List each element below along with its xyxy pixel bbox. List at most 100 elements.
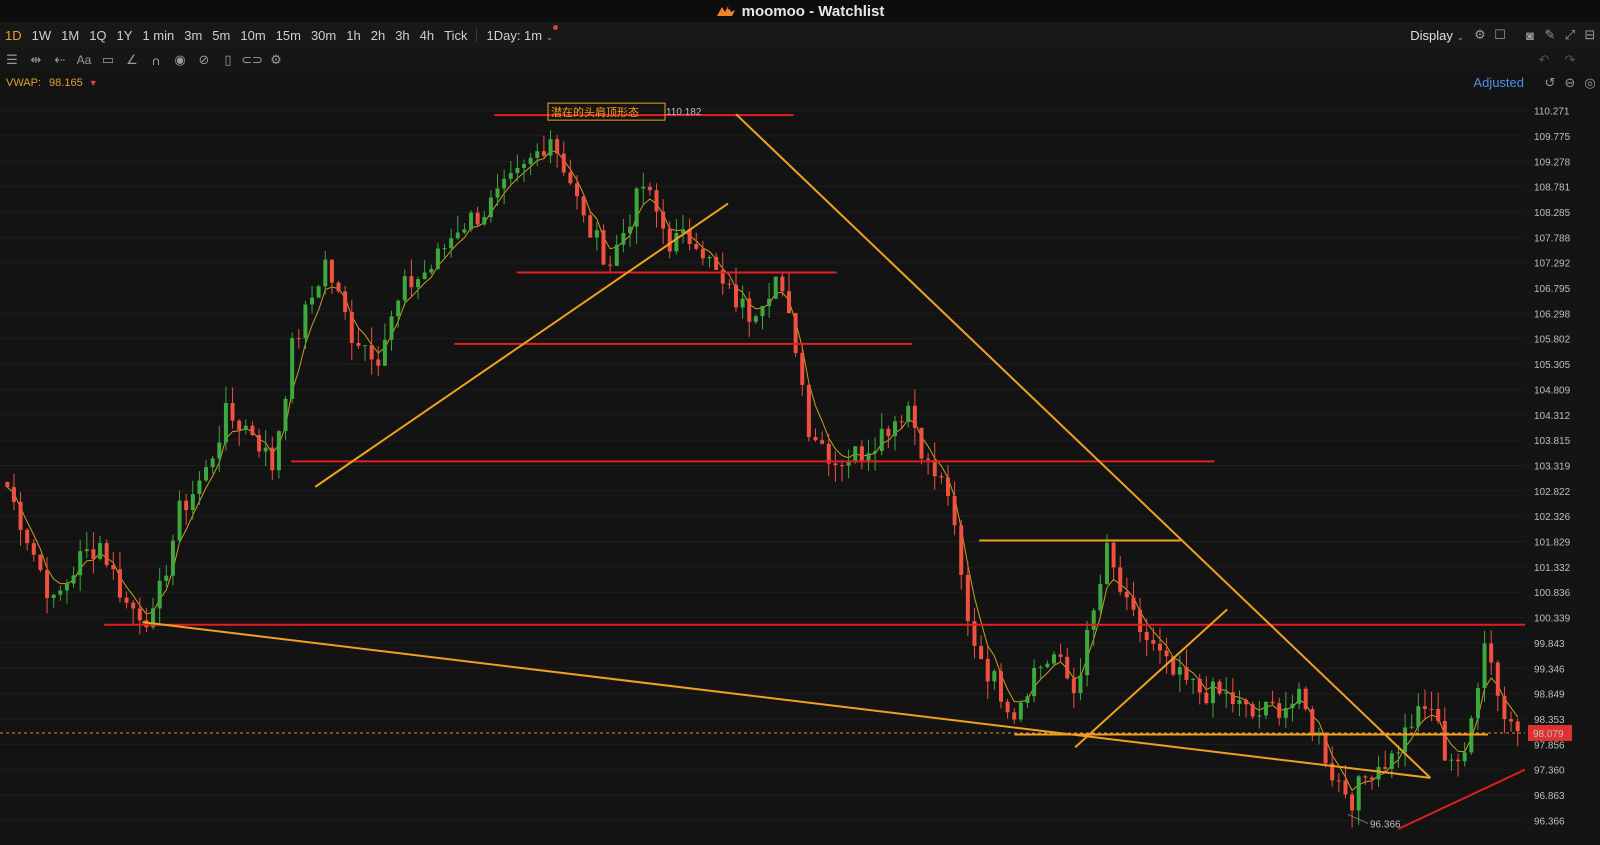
- price-tick-label: 101.332: [1534, 563, 1571, 574]
- candle-body: [614, 244, 619, 266]
- caret-down-icon[interactable]: ▼: [89, 78, 98, 88]
- measure-icon[interactable]: ⇹: [26, 51, 46, 69]
- candle-body: [594, 230, 599, 238]
- tab-1-min[interactable]: 1 min: [137, 28, 179, 43]
- candle-body: [98, 543, 103, 559]
- low-price-label: 96.366: [1370, 819, 1401, 830]
- trend-line: [1074, 608, 1228, 748]
- title-bar: moomoo - Watchlist: [0, 0, 1600, 22]
- expand-icon[interactable]: ⤢: [1560, 26, 1580, 44]
- candle-body: [700, 248, 705, 259]
- candle-body: [674, 233, 679, 252]
- hide-icon[interactable]: ⊘: [194, 51, 214, 69]
- price-tick-label: 99.843: [1534, 639, 1565, 650]
- tab-2h[interactable]: 2h: [366, 28, 390, 43]
- candle-body: [283, 398, 288, 432]
- comment-icon[interactable]: ▭: [98, 51, 118, 69]
- candle-body: [455, 232, 460, 239]
- display-button[interactable]: Display ⌄: [1404, 28, 1470, 43]
- candle-body: [78, 551, 83, 576]
- gear-icon[interactable]: ⚙: [1470, 26, 1490, 44]
- candle-body: [117, 569, 122, 598]
- tab-30m[interactable]: 30m: [306, 28, 341, 43]
- pencil-icon[interactable]: ∠: [122, 51, 142, 69]
- pen-icon[interactable]: ✎: [1540, 26, 1560, 44]
- price-tick-label: 97.360: [1534, 766, 1565, 777]
- tab-4h[interactable]: 4h: [415, 28, 439, 43]
- candle-body: [157, 580, 162, 609]
- candle-body: [767, 298, 772, 307]
- price-tick-label: 110.271: [1534, 107, 1570, 118]
- candle-body: [1244, 699, 1249, 705]
- tab-1q[interactable]: 1Q: [84, 28, 111, 43]
- tab-1h[interactable]: 1h: [341, 28, 365, 43]
- zoom-icon[interactable]: ◎: [1580, 74, 1600, 92]
- candle-body: [1085, 629, 1090, 676]
- layout-icon[interactable]: ☐: [1490, 26, 1510, 44]
- minus-icon[interactable]: ⊖: [1560, 74, 1580, 92]
- tab-tick[interactable]: Tick: [439, 28, 472, 43]
- candle-body: [482, 217, 487, 225]
- candle-body: [734, 284, 739, 308]
- candle-body: [707, 256, 712, 259]
- candle-body: [1436, 709, 1441, 721]
- reset-icon[interactable]: ↺: [1540, 74, 1560, 92]
- menu-icon[interactable]: ☰: [2, 51, 22, 69]
- tab-15m[interactable]: 15m: [271, 28, 306, 43]
- current-price-label: 98.079: [1533, 729, 1564, 740]
- price-chart[interactable]: 110.271 109.775 109.278 108.781 108.285 107.7…: [0, 94, 1600, 840]
- candle-body: [250, 425, 255, 436]
- eye-icon[interactable]: ◉: [170, 51, 190, 69]
- tab-3h[interactable]: 3h: [390, 28, 414, 43]
- chart-canvas[interactable]: 110.271 109.775 109.278 108.781 108.285 107.7…: [0, 94, 1600, 840]
- candle-body: [959, 525, 964, 575]
- price-tick-label: 105.802: [1534, 335, 1571, 346]
- candle-body: [5, 482, 10, 488]
- candle-body: [64, 583, 69, 591]
- candle-body: [263, 447, 268, 452]
- price-tick-label: 96.366: [1534, 816, 1565, 827]
- trash-icon[interactable]: ▯: [218, 51, 238, 69]
- candle-body: [1078, 675, 1083, 694]
- candle-body: [449, 238, 454, 249]
- candle-body: [1237, 699, 1242, 705]
- undo-icon[interactable]: ↶: [1534, 51, 1554, 69]
- trend-line: [735, 113, 1432, 779]
- candle-body: [462, 229, 467, 233]
- candle-body: [1098, 583, 1103, 611]
- price-tick-label: 102.822: [1534, 487, 1571, 498]
- candle-body: [528, 157, 533, 165]
- tab-1m[interactable]: 1M: [56, 28, 84, 43]
- range-select[interactable]: 1Day: 1m ⌄: [481, 24, 559, 43]
- camera-icon[interactable]: ◙: [1520, 26, 1540, 44]
- link-icon[interactable]: ⊂⊃: [241, 51, 263, 69]
- tab-1y[interactable]: 1Y: [112, 28, 138, 43]
- price-tick-label: 104.312: [1534, 411, 1571, 422]
- candle-body: [363, 345, 368, 347]
- arrow-left-icon[interactable]: ⇠: [50, 51, 70, 69]
- candle-body: [1482, 643, 1487, 689]
- indicator-row: VWAP: 98.165 ▼ Adjusted ↺ ⊖ ◎: [0, 72, 1600, 94]
- candle-body: [555, 139, 560, 154]
- redo-icon[interactable]: ↷: [1560, 51, 1580, 69]
- settings-icon[interactable]: ⚙: [266, 51, 286, 69]
- tab-1w[interactable]: 1W: [27, 28, 57, 43]
- candle-body: [402, 276, 407, 301]
- text-icon[interactable]: Aa: [74, 51, 94, 69]
- candle-body: [1250, 704, 1255, 717]
- tab-5m[interactable]: 5m: [207, 28, 235, 43]
- tab-1d[interactable]: 1D: [0, 28, 27, 43]
- tab-10m[interactable]: 10m: [235, 28, 270, 43]
- candle-body: [111, 565, 116, 570]
- tab-3m[interactable]: 3m: [179, 28, 207, 43]
- price-tick-label: 107.292: [1534, 259, 1571, 270]
- vwap-label: VWAP:: [6, 77, 42, 89]
- split-icon[interactable]: ⊟: [1580, 26, 1600, 44]
- magnet-icon[interactable]: ∩: [146, 51, 166, 69]
- candle-body: [435, 248, 440, 269]
- price-tick-label: 107.788: [1534, 233, 1571, 244]
- candle-body: [237, 420, 242, 430]
- candle-body: [1515, 721, 1520, 732]
- candle-body: [1124, 591, 1129, 598]
- adjusted-button[interactable]: Adjusted: [1473, 72, 1524, 94]
